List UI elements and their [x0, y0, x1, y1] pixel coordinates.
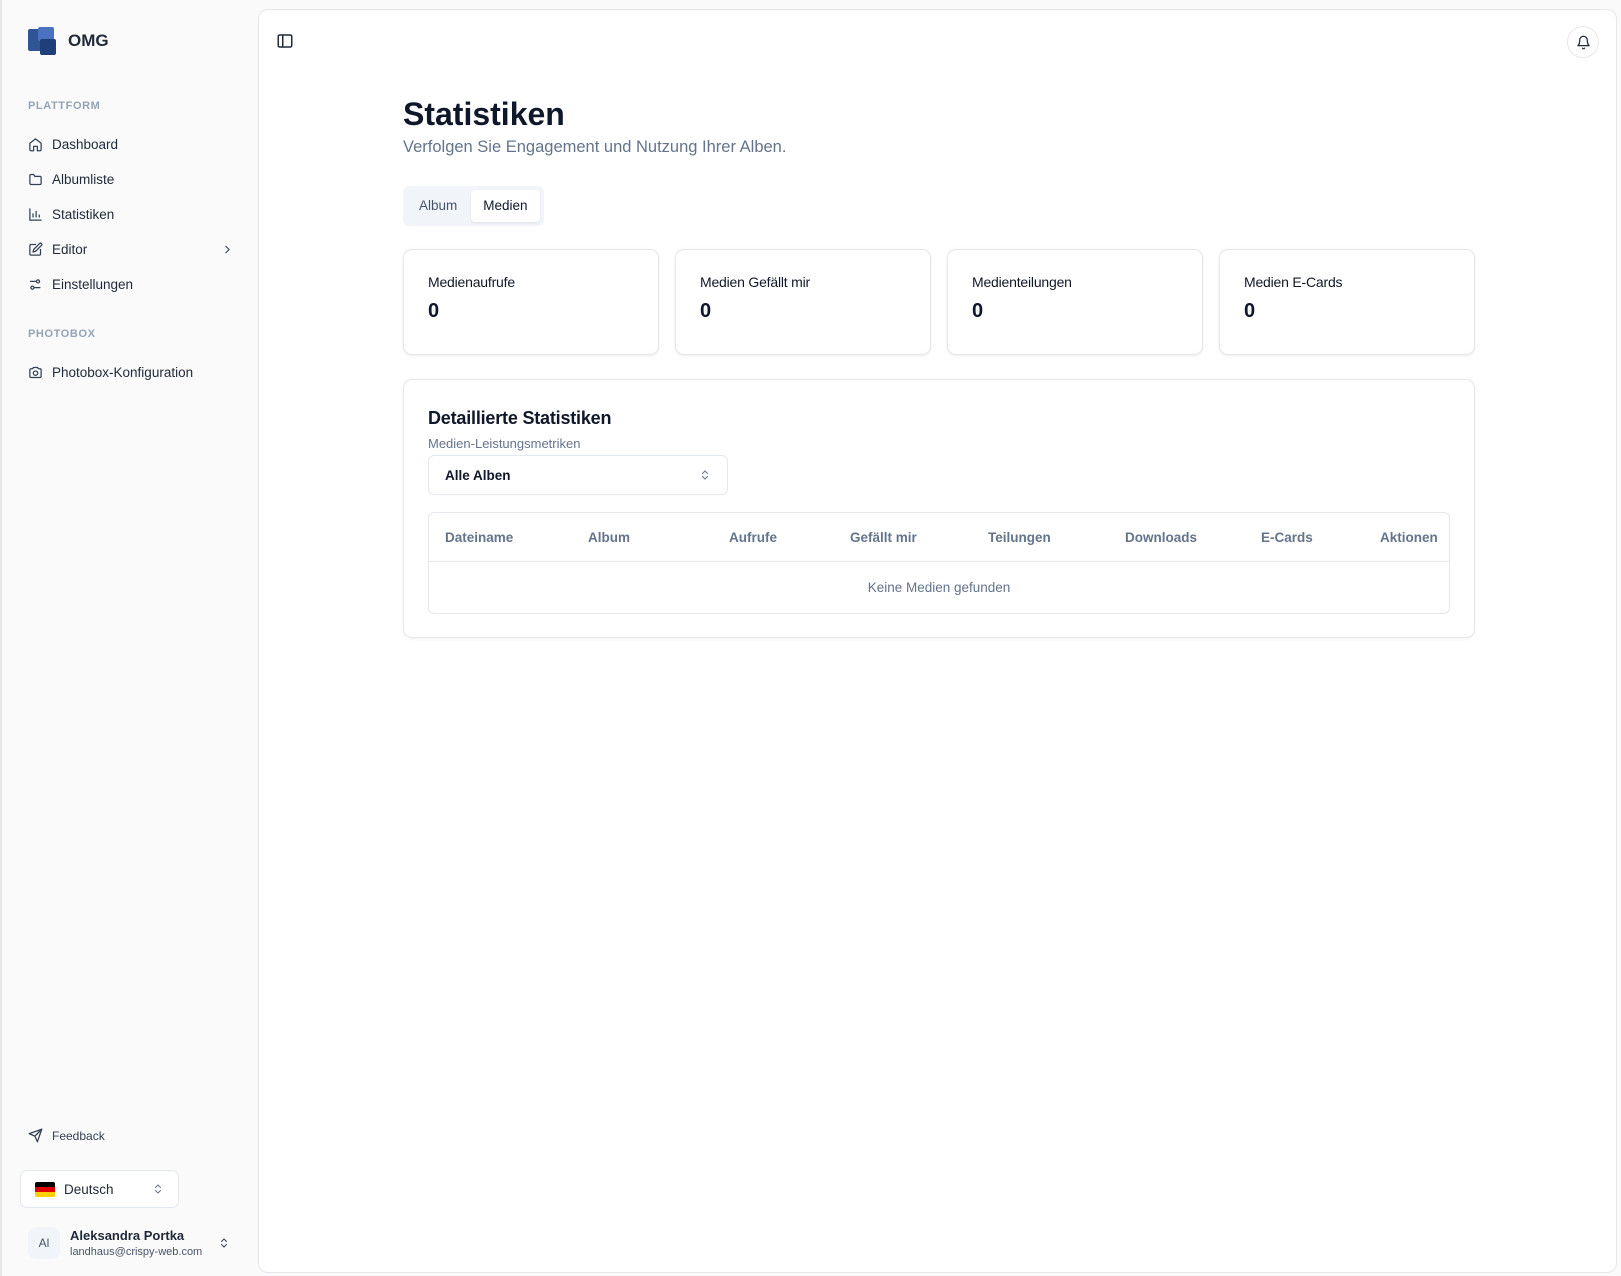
tab-album[interactable]: Album	[407, 190, 469, 222]
stat-value: 0	[700, 300, 712, 322]
stat-card-medien-gefaellt-mir: Medien Gefällt mir 0	[675, 249, 931, 355]
stat-label: Medien Gefällt mir	[700, 274, 810, 290]
detail-stats-card: Detaillierte Statistiken Medien-Leistung…	[403, 379, 1475, 638]
table-header: Dateiname Album Aufrufe Gefällt mir Teil…	[429, 513, 1449, 562]
empty-state-message: Keine Medien gefunden	[867, 580, 1011, 595]
folder-icon	[29, 173, 42, 185]
column-header-aktionen: Aktionen	[1380, 530, 1438, 545]
sidebar: OMG PLATTFORM Dashboard Albumliste Stati…	[0, 0, 258, 1276]
detail-title: Detaillierte Statistiken	[428, 408, 612, 428]
column-header-dateiname[interactable]: Dateiname	[445, 513, 513, 562]
main-content: Statistiken Verfolgen Sie Engagement und…	[258, 9, 1617, 1273]
user-menu[interactable]: Al Aleksandra Portka landhaus@crispy-web…	[28, 1222, 238, 1264]
sidebar-item-editor[interactable]: Editor	[28, 235, 238, 263]
chevron-right-icon	[225, 245, 230, 253]
sidebar-item-label: Statistiken	[52, 206, 115, 222]
user-email: landhaus@crispy-web.com	[70, 1246, 203, 1258]
section-label-photobox: PHOTOBOX	[28, 328, 96, 340]
brand-name: OMG	[68, 31, 109, 50]
stat-card-medienaufrufe: Medienaufrufe 0	[403, 249, 659, 355]
sidebar-item-photobox-konfiguration[interactable]: Photobox-Konfiguration	[28, 358, 238, 386]
album-filter-value: Alle Alben	[445, 467, 511, 483]
section-label-plattform: PLATTFORM	[28, 100, 101, 112]
bar-chart-icon	[29, 207, 42, 221]
chevrons-up-down-icon	[702, 470, 708, 480]
stat-label: Medienteilungen	[972, 274, 1072, 290]
bell-icon	[1576, 35, 1590, 49]
sidebar-item-albumliste[interactable]: Albumliste	[28, 165, 238, 193]
sidebar-toggle-icon[interactable]	[276, 32, 294, 50]
column-header-teilungen[interactable]: Teilungen	[988, 513, 1051, 562]
stat-value: 0	[428, 300, 440, 322]
language-label: Deutsch	[64, 1181, 114, 1197]
media-table: Dateiname Album Aufrufe Gefällt mir Teil…	[428, 512, 1450, 614]
tab-list: Album Medien	[403, 186, 544, 226]
camera-icon	[29, 366, 42, 378]
user-name: Aleksandra Portka	[70, 1228, 185, 1243]
feedback-label: Feedback	[52, 1128, 105, 1143]
album-filter-select[interactable]: Alle Alben	[428, 455, 728, 495]
send-icon	[28, 1128, 43, 1143]
german-flag-icon	[35, 1181, 55, 1197]
detail-subtitle: Medien-Leistungsmetriken	[428, 436, 581, 451]
sidebar-item-dashboard[interactable]: Dashboard	[28, 130, 238, 158]
column-header-downloads[interactable]: Downloads	[1125, 513, 1197, 562]
column-header-e-cards[interactable]: E-Cards	[1261, 513, 1313, 562]
stat-card-medienteilungen: Medienteilungen 0	[947, 249, 1203, 355]
sidebar-item-label: Photobox-Konfiguration	[52, 364, 194, 380]
language-select[interactable]: Deutsch	[20, 1170, 179, 1208]
omg-logo-icon	[28, 27, 58, 55]
sidebar-item-label: Albumliste	[52, 171, 115, 187]
notifications-button[interactable]	[1567, 26, 1599, 58]
home-icon	[29, 137, 42, 151]
column-header-album[interactable]: Album	[588, 513, 630, 562]
feedback-link[interactable]: Feedback	[28, 1128, 105, 1143]
sliders-icon	[29, 278, 41, 290]
stat-value: 0	[972, 300, 984, 322]
column-header-gefaellt-mir[interactable]: Gefällt mir	[850, 513, 917, 562]
chevrons-up-down-icon	[155, 1184, 161, 1194]
chevrons-up-down-icon	[221, 1238, 227, 1248]
sidebar-item-label: Editor	[52, 241, 88, 257]
stat-card-medien-e-cards: Medien E-Cards 0	[1219, 249, 1475, 355]
sidebar-item-label: Dashboard	[52, 136, 119, 152]
page-subtitle: Verfolgen Sie Engagement und Nutzung Ihr…	[403, 138, 787, 156]
sidebar-item-statistiken[interactable]: Statistiken	[28, 200, 238, 228]
tab-medien[interactable]: Medien	[471, 190, 540, 222]
sidebar-item-einstellungen[interactable]: Einstellungen	[28, 270, 238, 298]
page-title: Statistiken	[403, 96, 565, 132]
avatar: Al	[28, 1227, 60, 1259]
sidebar-item-label: Einstellungen	[52, 276, 134, 292]
stat-label: Medienaufrufe	[428, 274, 515, 290]
stat-value: 0	[1244, 300, 1256, 322]
brand[interactable]: OMG	[28, 27, 109, 55]
column-header-aufrufe[interactable]: Aufrufe	[729, 513, 777, 562]
edit-icon	[29, 242, 43, 256]
stat-label: Medien E-Cards	[1244, 274, 1343, 290]
